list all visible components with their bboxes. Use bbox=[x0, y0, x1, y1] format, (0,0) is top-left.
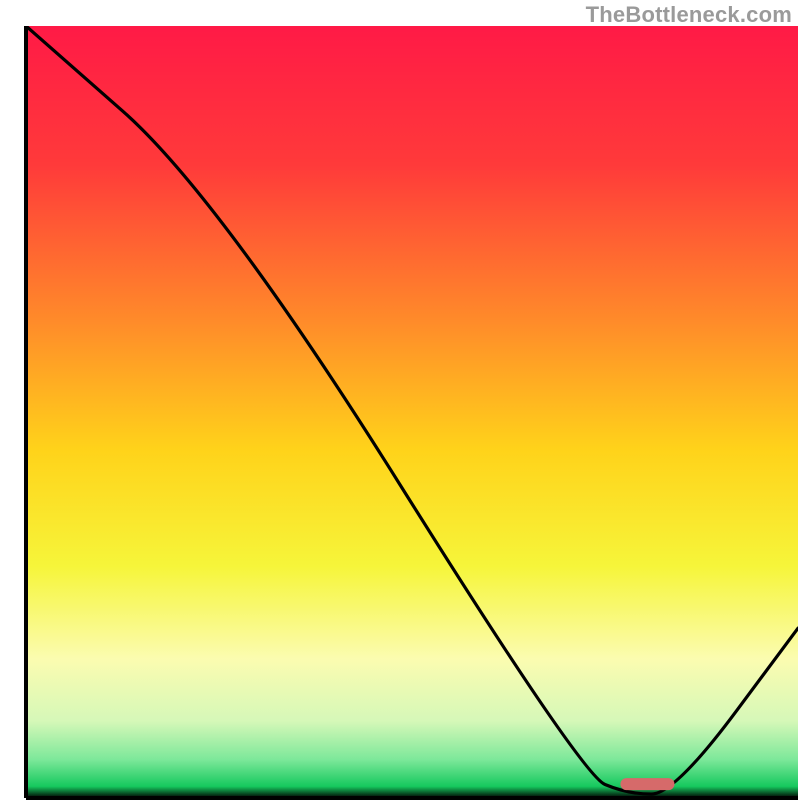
plot-background bbox=[26, 26, 798, 798]
optimal-marker bbox=[620, 778, 674, 790]
bottleneck-chart: TheBottleneck.com bbox=[0, 0, 800, 800]
watermark-text: TheBottleneck.com bbox=[586, 2, 792, 28]
chart-svg bbox=[0, 0, 800, 800]
